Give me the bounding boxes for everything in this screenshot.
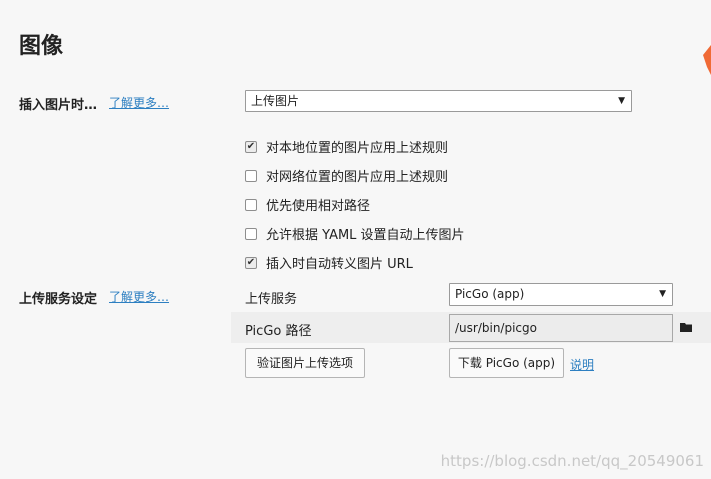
upload-learn-more-link[interactable]: 了解更多… [109, 288, 169, 305]
insert-section-label: 插入图片时… [19, 98, 98, 113]
upload-section-label: 上传服务设定 [19, 292, 98, 307]
option-network-images[interactable]: 对网络位置的图片应用上述规则 [245, 161, 465, 190]
insert-options-list: ✔ 对本地位置的图片应用上述规则 对网络位置的图片应用上述规则 优先使用相对路径… [245, 132, 465, 277]
option-label: 对网络位置的图片应用上述规则 [266, 170, 449, 185]
triangle-down-icon: ▼ [659, 289, 666, 299]
app-logo-icon [703, 45, 711, 75]
upload-service-select[interactable]: PicGo (app) ▼ [449, 283, 673, 306]
checkbox-local-images[interactable]: ✔ [245, 140, 257, 153]
upload-service-label: 上传服务 [245, 292, 298, 307]
option-label: 对本地位置的图片应用上述规则 [266, 141, 449, 156]
option-label: 允许根据 YAML 设置自动上传图片 [266, 228, 465, 243]
option-label: 插入时自动转义图片 URL [266, 257, 413, 272]
option-label: 优先使用相对路径 [266, 199, 371, 214]
triangle-down-icon: ▼ [618, 96, 625, 106]
picgo-path-label: PicGo 路径 [245, 324, 312, 339]
checkbox-network-images[interactable] [245, 169, 257, 182]
insert-learn-more-link[interactable]: 了解更多… [109, 94, 169, 111]
option-relative-path[interactable]: 优先使用相对路径 [245, 190, 465, 219]
insert-action-value: 上传图片 [251, 94, 300, 108]
watermark-text: https://blog.csdn.net/qq_20549061 [440, 452, 704, 470]
insert-action-select[interactable]: 上传图片 ▼ [245, 90, 632, 112]
help-link[interactable]: 说明 [570, 356, 594, 373]
verify-upload-button[interactable]: 验证图片上传选项 [245, 348, 365, 378]
checkbox-escape-url[interactable]: ✔ [245, 256, 257, 269]
option-escape-url[interactable]: ✔ 插入时自动转义图片 URL [245, 248, 465, 277]
folder-icon[interactable] [680, 322, 693, 333]
upload-service-value: PicGo (app) [455, 287, 525, 301]
page-title: 图像 [19, 34, 64, 59]
option-yaml-upload[interactable]: 允许根据 YAML 设置自动上传图片 [245, 219, 465, 248]
picgo-path-input[interactable]: /usr/bin/picgo [449, 314, 673, 342]
download-picgo-button[interactable]: 下载 PicGo (app) [449, 348, 564, 378]
checkmark-icon: ✔ [246, 140, 256, 152]
option-local-images[interactable]: ✔ 对本地位置的图片应用上述规则 [245, 132, 465, 161]
checkbox-relative-path[interactable] [245, 198, 257, 211]
checkmark-icon: ✔ [246, 256, 256, 268]
checkbox-yaml-upload[interactable] [245, 227, 257, 240]
